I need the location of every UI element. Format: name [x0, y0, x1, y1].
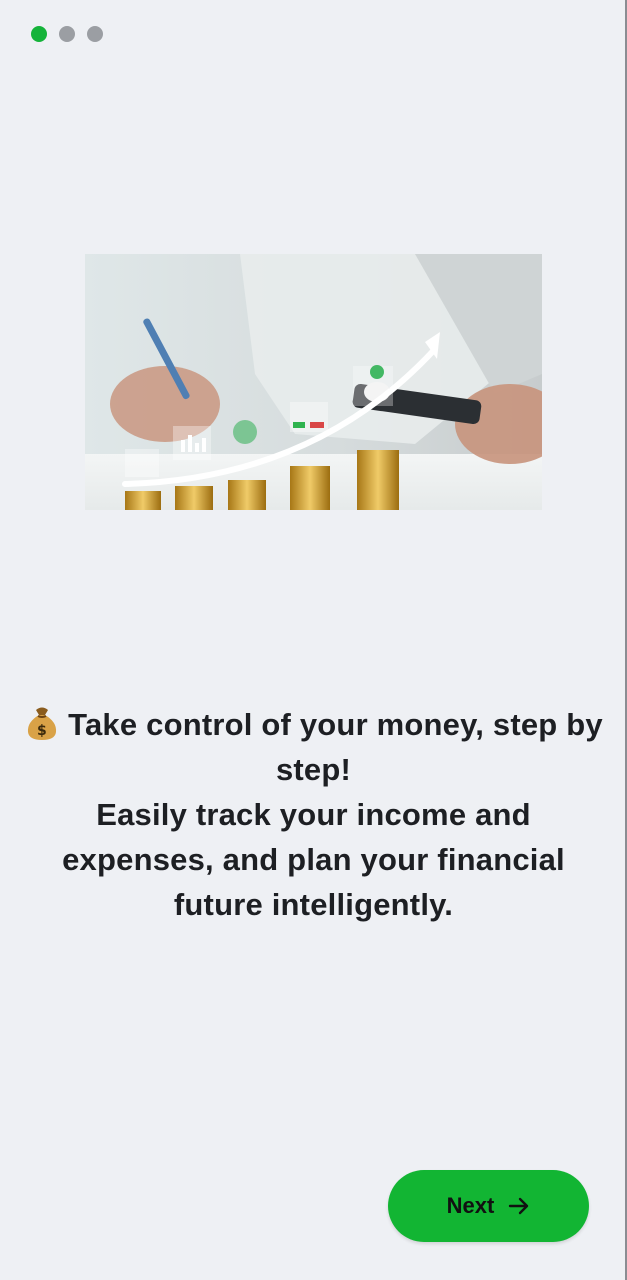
message-headline: $ Take control of your money, step by st…	[20, 702, 607, 792]
next-button[interactable]: Next	[388, 1170, 589, 1242]
pager-dot-1-active	[31, 26, 47, 42]
pager-dot-3	[87, 26, 103, 42]
message-body: Easily track your income and expenses, a…	[62, 797, 565, 922]
arrow-right-icon	[509, 1197, 529, 1215]
onboarding-pager	[31, 26, 103, 42]
hero-image	[85, 254, 542, 510]
money-bag-icon: $	[28, 707, 57, 740]
onboarding-message: $ Take control of your money, step by st…	[20, 702, 607, 927]
svg-text:$: $	[37, 723, 47, 739]
pager-dot-2	[59, 26, 75, 42]
headline-text: Take control of your money, step by step…	[68, 707, 603, 787]
next-button-label: Next	[446, 1193, 495, 1218]
financial-growth-illustration	[85, 254, 542, 510]
